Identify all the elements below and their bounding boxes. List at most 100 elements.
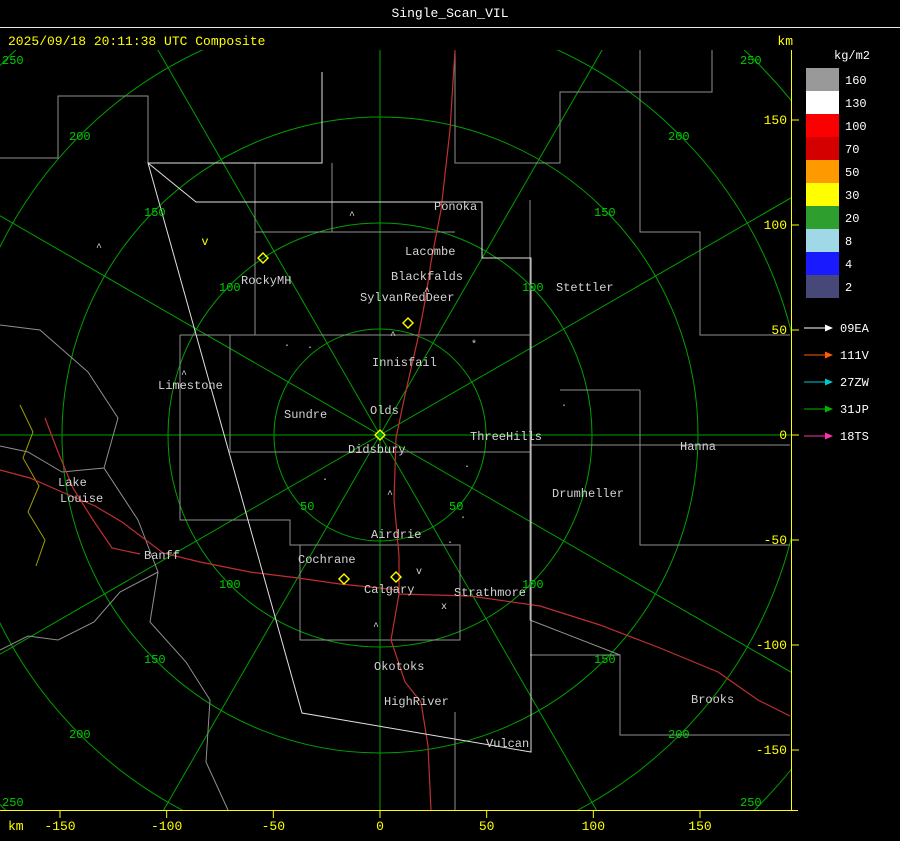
town-marker: ^ — [387, 490, 393, 501]
right-axis-tick-label: 100 — [764, 218, 787, 233]
legend-swatch — [806, 183, 839, 206]
city-label: Blackfalds — [391, 270, 463, 284]
bottom-axis-tick-label: 100 — [582, 819, 605, 834]
town-marker: ^ — [181, 370, 187, 381]
range-ring-label: 250 — [2, 796, 24, 810]
range-ring-label: 50 — [449, 500, 463, 514]
city-label: Sylvan — [360, 291, 403, 305]
range-ring-label: 250 — [740, 796, 762, 810]
radar-id-label: 09EA — [840, 322, 870, 336]
range-ring-label: 200 — [69, 728, 91, 742]
range-ring-label: 250 — [740, 54, 762, 68]
legend-swatch — [806, 275, 839, 298]
radar-id-label: 31JP — [840, 403, 869, 417]
town-marker: ^ — [96, 243, 102, 254]
timestamp-label: 2025/09/18 20:11:38 UTC Composite — [8, 34, 265, 49]
city-label: Vulcan — [486, 737, 529, 751]
city-label: Hanna — [680, 440, 716, 454]
town-marker: · — [284, 341, 290, 352]
legend-swatch — [806, 114, 839, 137]
city-label: Drumheller — [552, 487, 624, 501]
town-markers: ^ ^ ^ · · * ^ ^ · ^ · · · · v x ^ — [96, 211, 567, 633]
town-marker: · — [464, 462, 470, 473]
city-label: HighRiver — [384, 695, 449, 709]
radar-arrowhead-icon — [825, 324, 833, 332]
radar-id-label: 18TS — [840, 430, 869, 444]
city-label: Okotoks — [374, 660, 424, 674]
town-marker: · — [447, 538, 453, 549]
legend-swatch — [806, 137, 839, 160]
legend-swatch — [806, 91, 839, 114]
right-axis-tick-label: -150 — [756, 743, 787, 758]
legend-swatch — [806, 160, 839, 183]
city-label: Airdrie — [371, 528, 421, 542]
city-label: Sundre — [284, 408, 327, 422]
range-ring-label: 250 — [2, 54, 24, 68]
town-marker: v — [416, 567, 422, 578]
town-marker: ^ — [349, 211, 355, 222]
radar-id-legend: 09EA 111V 27ZW 31JP 18TS — [804, 322, 870, 444]
range-ring-label: 200 — [668, 728, 690, 742]
bottom-axis-ticks: -150 -100 -50 0 50 100 150 — [44, 810, 712, 834]
legend-swatch — [806, 68, 839, 91]
city-label: Banff — [144, 549, 180, 563]
range-ring-label: 200 — [69, 130, 91, 144]
right-axis-tick-label: -50 — [764, 533, 787, 548]
color-scale: 160 130 100 70 50 30 20 8 4 2 — [806, 68, 867, 298]
town-marker: · — [307, 343, 313, 354]
legend-value-label: 8 — [845, 235, 852, 249]
legend-value-label: 130 — [845, 97, 867, 111]
city-label: Lacombe — [405, 245, 455, 259]
legend-value-label: 2 — [845, 281, 852, 295]
city-label: Lake — [58, 476, 87, 490]
bottom-axis-tick-label: -50 — [262, 819, 285, 834]
city-label: Olds — [370, 404, 399, 418]
provincial-divide — [19, 404, 46, 567]
city-label: Innisfail — [372, 356, 437, 370]
city-label: Calgary — [364, 583, 414, 597]
city-label: Strathmore — [454, 586, 526, 600]
town-marker: ^ — [390, 331, 396, 342]
radar-viewer-window: Single_Scan_VIL 2025/09/18 20:11:38 UTC … — [0, 0, 900, 841]
range-ring-label: 150 — [144, 206, 166, 220]
right-axis-tick-label: -100 — [756, 638, 787, 653]
range-ring-label: 150 — [594, 653, 616, 667]
range-ring-label: 100 — [522, 281, 544, 295]
legend-units-label: kg/m2 — [834, 49, 870, 63]
town-marker: ^ — [373, 622, 379, 633]
bottom-axis-tick-label: -150 — [44, 819, 75, 834]
legend-swatch — [806, 229, 839, 252]
bottom-axis-tick-label: -100 — [151, 819, 182, 834]
legend-value-label: 20 — [845, 212, 859, 226]
city-label: RockyMH — [241, 274, 291, 288]
range-ring-label: 150 — [144, 653, 166, 667]
city-label: ThreeHills — [470, 430, 542, 444]
right-axis-tick-label: 50 — [771, 323, 787, 338]
radar-arrowhead-icon — [825, 378, 833, 386]
bottom-axis-tick-label: 0 — [376, 819, 384, 834]
city-label: Cochrane — [298, 553, 356, 567]
radar-display: Single_Scan_VIL 2025/09/18 20:11:38 UTC … — [0, 6, 900, 834]
legend-value-label: 4 — [845, 258, 852, 272]
bottom-axis-tick-label: 50 — [479, 819, 495, 834]
legend-value-label: 70 — [845, 143, 859, 157]
range-ring-label: 100 — [219, 281, 241, 295]
radar-arrowhead-icon — [825, 405, 833, 413]
range-ring-label: 50 — [300, 500, 314, 514]
right-axis-tick-label: 150 — [764, 113, 787, 128]
town-marker: ^ — [424, 287, 430, 298]
city-labels: PonokaLacombeBlackfaldsSylvan RedDeerRock… — [58, 200, 734, 751]
town-marker: x — [441, 602, 447, 613]
range-ring-label: 200 — [668, 130, 690, 144]
legend-swatch — [806, 206, 839, 229]
bottom-axis-unit-label: km — [8, 819, 24, 834]
radar-arrowhead-icon — [825, 432, 833, 440]
radar-site-diamond-icon — [402, 317, 414, 329]
town-marker: · — [561, 401, 567, 412]
radar-id-label: 111V — [840, 349, 870, 363]
town-marker: · — [460, 513, 466, 524]
vector-marker-icon: v — [201, 235, 208, 249]
vector-markers: v — [201, 235, 208, 249]
city-label: Ponoka — [434, 200, 477, 214]
range-ring-label: 150 — [594, 206, 616, 220]
